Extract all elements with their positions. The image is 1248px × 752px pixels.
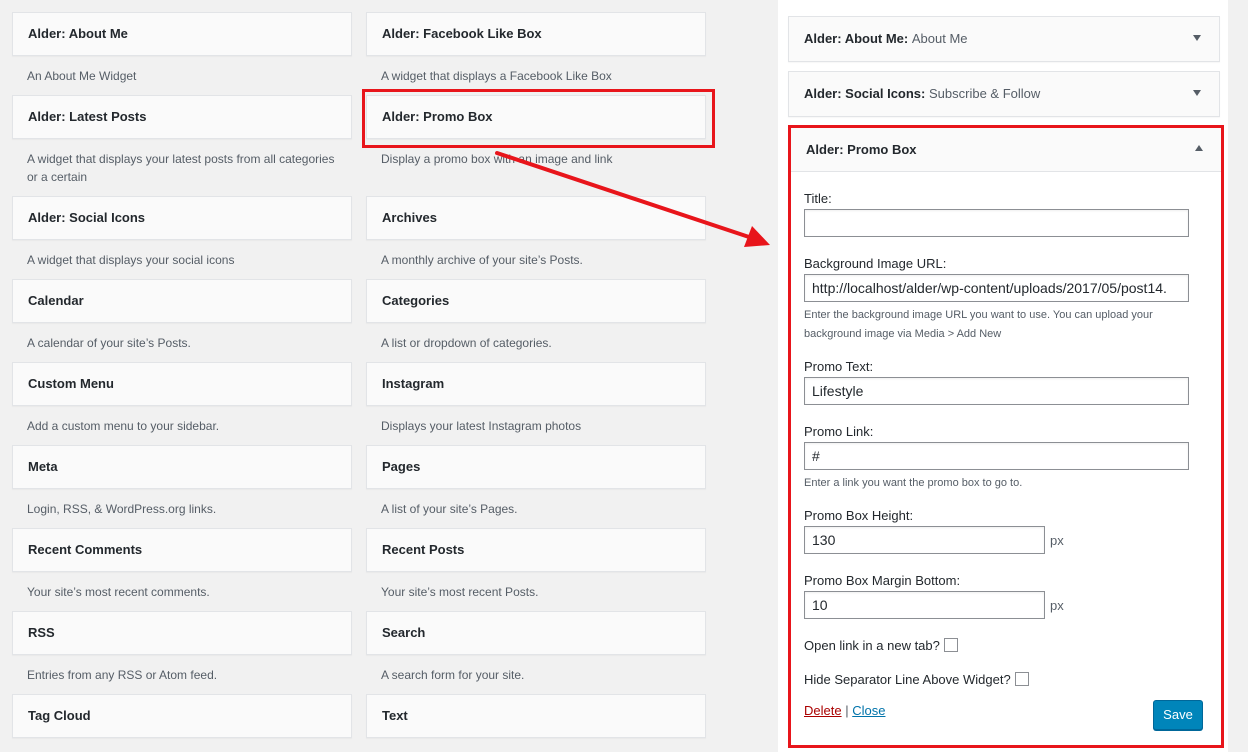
widget-description: A list or dropdown of categories. <box>381 336 552 350</box>
margin-unit: px <box>1050 598 1064 613</box>
widget-description: A list of your site’s Pages. <box>381 502 518 516</box>
close-link[interactable]: Close <box>852 703 885 718</box>
widget-description: Add a custom menu to your sidebar. <box>27 419 220 433</box>
action-separator: | <box>845 703 849 718</box>
widget-description: A widget that displays your social icons <box>27 253 235 267</box>
widget-calendar[interactable]: Calendar A calendar of your site’s Posts… <box>12 279 352 352</box>
open-new-tab-row: Open link in a new tab? <box>804 638 958 653</box>
widgets-screen: Alder: About Me An About Me Widget Alder… <box>0 0 1248 752</box>
title-input[interactable] <box>804 209 1189 237</box>
promo-text-input[interactable]: Lifestyle <box>804 377 1189 405</box>
widget-rss[interactable]: RSS Entries from any RSS or Atom feed. <box>12 611 352 684</box>
caret-down-icon[interactable] <box>1193 90 1201 96</box>
widget-alder-social-icons[interactable]: Alder: Social Icons A widget that displa… <box>12 196 352 269</box>
background-image-help: Enter the background image URL you want … <box>804 309 1153 340</box>
sidebar-widget-header[interactable]: Alder: About Me: About Me <box>789 17 1219 61</box>
promo-link-input[interactable]: # <box>804 442 1189 470</box>
widget-custom-menu[interactable]: Custom Menu Add a custom menu to your si… <box>12 362 352 435</box>
sidebar-widget-in-title: About Me <box>911 31 968 46</box>
widget-text[interactable]: Text <box>366 694 706 738</box>
caret-up-icon[interactable] <box>1195 145 1203 151</box>
hide-separator-checkbox[interactable] <box>1014 672 1029 686</box>
widget-title[interactable]: Categories <box>366 279 706 323</box>
widget-description: Entries from any RSS or Atom feed. <box>27 668 218 682</box>
widget-description: Displays your latest Instagram photos <box>381 419 582 433</box>
promo-widget-title: Alder: Promo Box <box>806 142 917 157</box>
widget-description: Login, RSS, & WordPress.org links. <box>27 502 217 516</box>
widget-title[interactable]: Alder: Social Icons <box>12 196 352 240</box>
widget-title[interactable]: Custom Menu <box>12 362 352 406</box>
sidebar-widget-promo-box: Alder: Promo Box Title: Background Image… <box>788 125 1224 748</box>
sidebar-widget-in-title: Subscribe & Follow <box>929 86 1041 101</box>
widget-title[interactable]: Meta <box>12 445 352 489</box>
sidebar-widget-about-me[interactable]: Alder: About Me: About Me <box>788 16 1220 62</box>
widget-title[interactable]: Calendar <box>12 279 352 323</box>
promo-box-margin-input[interactable]: 10 <box>804 591 1045 619</box>
widget-description: A widget that displays a Facebook Like B… <box>381 69 612 83</box>
widget-pages[interactable]: Pages A list of your site’s Pages. <box>366 445 706 518</box>
widget-description: Your site’s most recent comments. <box>27 585 210 599</box>
promo-box-height-label: Promo Box Height: <box>804 508 914 523</box>
promo-widget-header[interactable]: Alder: Promo Box <box>791 128 1221 172</box>
widget-alder-latest-posts[interactable]: Alder: Latest Posts A widget that displa… <box>12 95 352 186</box>
widget-recent-posts[interactable]: Recent Posts Your site’s most recent Pos… <box>366 528 706 601</box>
open-new-tab-checkbox[interactable] <box>943 638 958 652</box>
widget-tag-cloud[interactable]: Tag Cloud <box>12 694 352 738</box>
height-unit: px <box>1050 533 1064 548</box>
promo-text-label: Promo Text: <box>804 359 874 374</box>
widget-archives[interactable]: Archives A monthly archive of your site’… <box>366 196 706 269</box>
hide-separator-row: Hide Separator Line Above Widget? <box>804 672 1029 687</box>
widget-description: A calendar of your site’s Posts. <box>27 336 191 350</box>
promo-box-margin-label: Promo Box Margin Bottom: <box>804 573 961 588</box>
widget-title[interactable]: Alder: Facebook Like Box <box>366 12 706 56</box>
hide-separator-label: Hide Separator Line Above Widget? <box>804 672 1011 687</box>
sidebar-widget-name: Alder: Social Icons: <box>804 86 926 101</box>
background-image-url-input[interactable]: http://localhost/alder/wp-content/upload… <box>804 274 1189 302</box>
title-label: Title: <box>804 191 832 206</box>
widget-description: Your site’s most recent Posts. <box>381 585 539 599</box>
widget-description: A monthly archive of your site’s Posts. <box>381 253 583 267</box>
widget-search[interactable]: Search A search form for your site. <box>366 611 706 684</box>
widget-title[interactable]: Recent Posts <box>366 528 706 572</box>
annotation-highlight-box <box>362 89 715 148</box>
sidebar-widget-social-icons[interactable]: Alder: Social Icons: Subscribe & Follow <box>788 71 1220 117</box>
widget-categories[interactable]: Categories A list or dropdown of categor… <box>366 279 706 352</box>
promo-link-label: Promo Link: <box>804 424 874 439</box>
promo-link-help: Enter a link you want the promo box to g… <box>804 477 1023 489</box>
widget-alder-about-me[interactable]: Alder: About Me An About Me Widget <box>12 12 352 85</box>
widget-title[interactable]: Archives <box>366 196 706 240</box>
caret-down-icon[interactable] <box>1193 35 1201 41</box>
widget-title[interactable]: Alder: Latest Posts <box>12 95 352 139</box>
open-new-tab-label: Open link in a new tab? <box>804 638 940 653</box>
widget-title[interactable]: RSS <box>12 611 352 655</box>
background-image-url-label: Background Image URL: <box>804 256 947 271</box>
widget-description: An About Me Widget <box>27 69 137 83</box>
widget-alder-facebook-like-box[interactable]: Alder: Facebook Like Box A widget that d… <box>366 12 706 85</box>
sidebar-widget-name: Alder: About Me: <box>804 31 909 46</box>
sidebar-widget-header[interactable]: Alder: Social Icons: Subscribe & Follow <box>789 72 1219 116</box>
widget-instagram[interactable]: Instagram Displays your latest Instagram… <box>366 362 706 435</box>
widget-title[interactable]: Recent Comments <box>12 528 352 572</box>
save-button[interactable]: Save <box>1153 700 1203 730</box>
widget-title[interactable]: Text <box>366 694 706 738</box>
widget-recent-comments[interactable]: Recent Comments Your site’s most recent … <box>12 528 352 601</box>
widget-title[interactable]: Pages <box>366 445 706 489</box>
widget-control-actions: Delete | Close <box>804 703 885 718</box>
widget-title[interactable]: Alder: About Me <box>12 12 352 56</box>
delete-link[interactable]: Delete <box>804 703 842 718</box>
widget-description: A search form for your site. <box>381 668 525 682</box>
promo-box-height-input[interactable]: 130 <box>804 526 1045 554</box>
widget-title[interactable]: Search <box>366 611 706 655</box>
widget-title[interactable]: Tag Cloud <box>12 694 352 738</box>
widget-meta[interactable]: Meta Login, RSS, & WordPress.org links. <box>12 445 352 518</box>
widget-description: A widget that displays your latest posts… <box>27 152 335 184</box>
widget-title[interactable]: Instagram <box>366 362 706 406</box>
